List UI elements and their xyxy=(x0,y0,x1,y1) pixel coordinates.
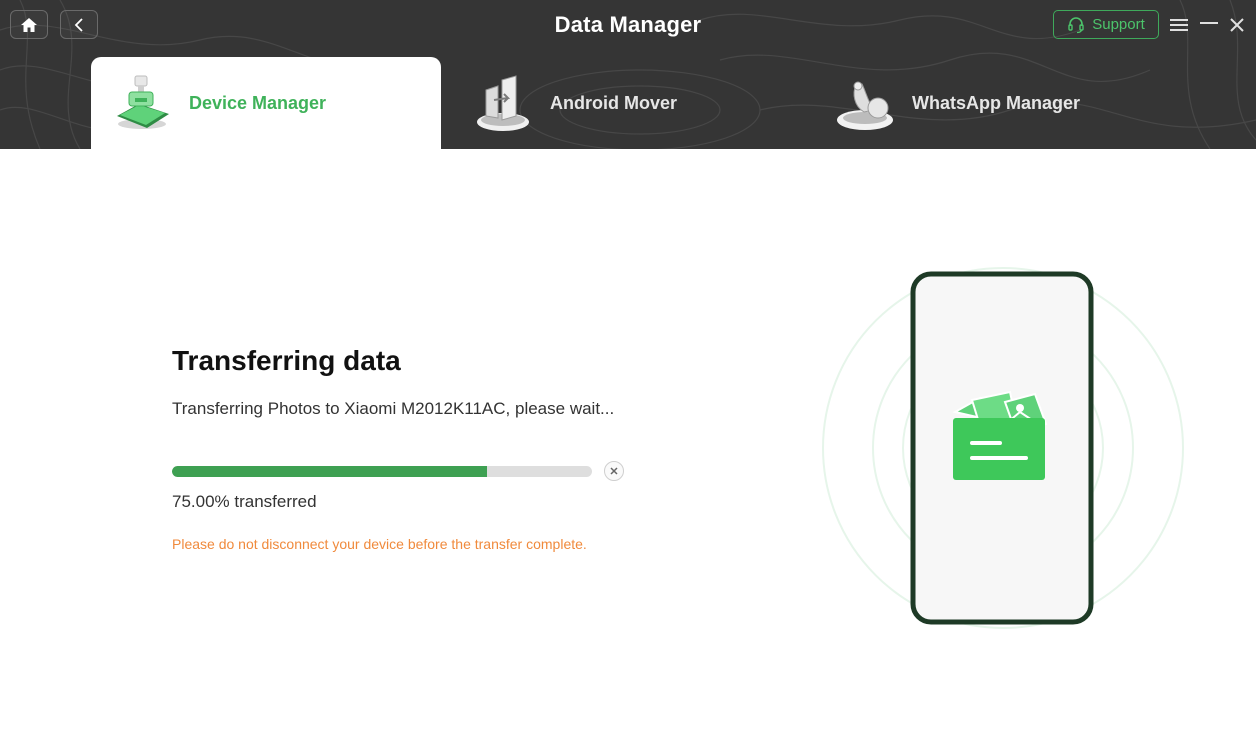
app-header: Data Manager Support Device Manager Andr… xyxy=(0,0,1256,149)
photo-folder-icon xyxy=(952,390,1048,480)
cancel-transfer-button[interactable] xyxy=(604,461,624,481)
support-button[interactable]: Support xyxy=(1053,10,1159,39)
phone-illustration xyxy=(822,267,1184,629)
progress-bar xyxy=(172,466,592,477)
progress-bar-fill xyxy=(172,466,487,477)
progress-label: 75.00% transferred xyxy=(172,492,317,511)
tab-whatsapp-manager[interactable]: WhatsApp Manager xyxy=(834,57,1164,149)
tab-label: Android Mover xyxy=(550,92,678,113)
tab-label: WhatsApp Manager xyxy=(912,92,1081,113)
tab-android-mover[interactable]: Android Mover xyxy=(472,57,802,149)
minimize-button[interactable] xyxy=(1198,14,1220,36)
minimize-icon xyxy=(1200,22,1218,24)
close-icon xyxy=(610,467,618,475)
android-mover-icon xyxy=(477,75,529,131)
hamburger-icon xyxy=(1170,19,1188,31)
transfer-status-text: Transferring Photos to Xiaomi M2012K11AC… xyxy=(172,399,615,418)
close-button[interactable] xyxy=(1226,14,1248,36)
headset-icon xyxy=(1068,16,1084,33)
support-label: Support xyxy=(1092,16,1145,33)
warning-message: Please do not disconnect your device bef… xyxy=(172,536,587,552)
page-title: Transferring data xyxy=(172,345,401,376)
whatsapp-manager-icon xyxy=(837,81,893,130)
tab-device-manager[interactable]: Device Manager xyxy=(91,57,441,149)
tab-label: Device Manager xyxy=(189,92,327,113)
menu-button[interactable] xyxy=(1168,14,1190,36)
device-manager-icon xyxy=(117,75,169,129)
close-icon xyxy=(1230,18,1244,32)
